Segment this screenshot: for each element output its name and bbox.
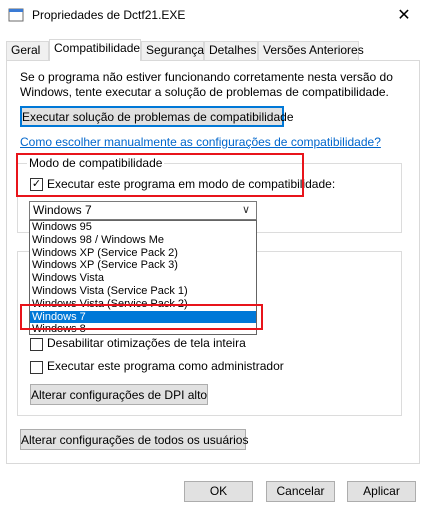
os-select[interactable]: Windows 7 ∨ xyxy=(29,201,257,220)
chevron-down-icon: ∨ xyxy=(241,204,250,216)
intro-text: Se o programa não estiver funcionando co… xyxy=(20,70,393,99)
change-all-users-button[interactable]: Alterar configurações de todos os usuári… xyxy=(20,429,248,450)
os-select-value: Windows 7 xyxy=(33,203,92,217)
run-troubleshooter-button[interactable]: Executar solução de problemas de compati… xyxy=(20,106,294,127)
fullscreen-opt-checkbox[interactable] xyxy=(30,338,43,351)
compat-mode-checkbox-label: Executar este programa em modo de compat… xyxy=(47,177,336,191)
dropdown-option[interactable]: Windows 95 xyxy=(30,221,256,234)
dropdown-option-selected[interactable]: Windows 7 xyxy=(30,310,256,324)
dropdown-option[interactable]: Windows Vista (Service Pack 2) xyxy=(30,298,256,311)
close-icon: ✕ xyxy=(397,7,411,24)
os-dropdown-list: Windows 95 Windows 98 / Windows Me Windo… xyxy=(29,220,257,335)
close-button[interactable]: ✕ xyxy=(382,0,426,30)
compat-mode-label: Modo de compatibilidade xyxy=(27,156,165,170)
title-bar: Propriedades de Dctf21.EXE ✕ xyxy=(0,0,426,30)
tab-geral[interactable]: Geral xyxy=(6,41,49,60)
tab-seguranca[interactable]: Segurança xyxy=(141,41,204,60)
window-title: Propriedades de Dctf21.EXE xyxy=(32,8,186,22)
run-as-admin-checkbox[interactable] xyxy=(30,361,43,374)
tab-detalhes[interactable]: Detalhes xyxy=(204,41,258,60)
dropdown-option[interactable]: Windows XP (Service Pack 3) xyxy=(30,259,256,272)
checkmark-icon: ✓ xyxy=(31,178,42,190)
ok-button[interactable]: OK xyxy=(184,481,253,502)
dropdown-option[interactable]: Windows 98 / Windows Me xyxy=(30,234,256,247)
dropdown-option[interactable]: Windows Vista xyxy=(30,272,256,285)
apply-button[interactable]: Aplicar xyxy=(347,481,416,502)
run-as-admin-label: Executar este programa como administrado… xyxy=(47,359,284,373)
dropdown-option[interactable]: Windows XP (Service Pack 2) xyxy=(30,247,256,260)
dropdown-option[interactable]: Windows Vista (Service Pack 1) xyxy=(30,285,256,298)
tab-compatibilidade[interactable]: Compatibilidade xyxy=(49,39,141,61)
cancel-button[interactable]: Cancelar xyxy=(266,481,335,502)
tab-versoes-anteriores[interactable]: Versões Anteriores xyxy=(258,41,364,60)
compat-mode-checkbox[interactable]: ✓ xyxy=(30,178,43,191)
dropdown-option[interactable]: Windows 8 xyxy=(30,323,256,336)
app-icon xyxy=(8,8,24,22)
manual-settings-link[interactable]: Como escolher manualmente as configuraçõ… xyxy=(20,135,381,149)
fullscreen-opt-label: Desabilitar otimizações de tela inteira xyxy=(47,336,246,350)
change-dpi-button[interactable]: Alterar configurações de DPI alto xyxy=(30,384,208,405)
